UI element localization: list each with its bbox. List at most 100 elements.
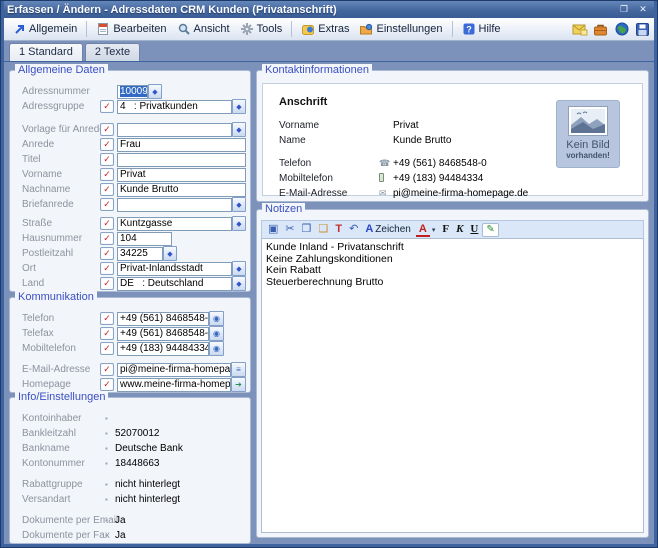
field-label: Telefax (22, 328, 100, 339)
font-icon[interactable]: T (332, 222, 345, 237)
confirm-check-button[interactable]: ✓ (100, 342, 114, 355)
edit-icon[interactable]: ✎ (482, 223, 498, 237)
briefanrede-dropdown-button[interactable]: ◆ (232, 197, 246, 212)
selected-text: 10009 (120, 86, 148, 97)
hausnummer-field[interactable]: 104 (117, 232, 172, 246)
field-label: Nachname (22, 184, 100, 195)
info-label: Kontoinhaber (22, 413, 105, 424)
homepage-field[interactable]: www.meine-firma-homepage.de (117, 378, 231, 392)
undo-icon[interactable]: ↶ (346, 222, 361, 237)
confirm-check-button[interactable]: ✓ (100, 123, 114, 136)
confirm-check-button[interactable]: ✓ (100, 327, 114, 340)
dial-telefon-button[interactable]: ◉ (209, 311, 224, 326)
combo-icon: ◆ (236, 220, 241, 228)
phone-icon: ☎ (379, 158, 393, 169)
info-value: Ja (115, 515, 126, 526)
underline-icon[interactable]: U (467, 222, 481, 237)
open-homepage-button[interactable]: ➔ (231, 377, 246, 392)
field-row-vorname: Vorname ✓ Privat (22, 167, 250, 182)
contact-value: +49 (561) 8468548-0 (393, 158, 487, 169)
land-field[interactable]: DE : Deutschland (117, 277, 232, 291)
plz-dropdown-button[interactable]: ◆ (163, 246, 177, 261)
page-standard: Allgemeine Daten Adressnummer 10009 ◆ Ad… (4, 62, 654, 544)
check-icon: ✓ (103, 263, 111, 273)
strasse-field[interactable]: Kuntzgasse (117, 217, 232, 231)
check-icon: ✓ (103, 101, 111, 111)
adressnummer-field[interactable]: 10009 (117, 85, 148, 99)
charmap-label[interactable]: Zeichen (375, 224, 415, 235)
vorlage-field[interactable] (117, 123, 232, 137)
dial-icon: ◉ (213, 314, 220, 323)
font-color-icon[interactable]: A (416, 223, 430, 237)
info-label: Rabattgruppe (22, 479, 105, 490)
adressgruppe-dropdown-button[interactable]: ◆ (232, 99, 246, 114)
plz-field[interactable]: 34225 (117, 247, 163, 261)
mail-icon: ✉ (379, 188, 393, 199)
field-label: Land (22, 278, 100, 289)
field-label: Postleitzahl (22, 248, 100, 259)
telefon-field[interactable]: +49 (561) 8468548-0 (117, 312, 209, 326)
confirm-check-button[interactable]: ✓ (100, 153, 114, 166)
vorlage-dropdown-button[interactable]: ◆ (232, 122, 246, 137)
confirm-check-button[interactable]: ✓ (100, 277, 114, 290)
field-row-adressgruppe: Adressgruppe ✓ 4 : Privatkunden ◆ (22, 99, 250, 114)
cut-icon[interactable]: ✂ (282, 222, 297, 237)
charmap-icon[interactable]: A (362, 222, 374, 237)
chevron-down-icon[interactable]: ▾ (431, 226, 439, 234)
copy-icon[interactable]: ❐ (299, 222, 315, 237)
confirm-check-button[interactable]: ✓ (100, 378, 114, 391)
telefax-field[interactable]: +49 (561) 8468548-99 (117, 327, 209, 341)
anrede-field[interactable]: Frau (117, 138, 246, 152)
confirm-check-button[interactable]: ✓ (100, 183, 114, 196)
info-row: Versandart ▪ nicht hinterlegt (22, 492, 250, 507)
confirm-check-button[interactable]: ✓ (100, 168, 114, 181)
bullet-icon: ▪ (105, 414, 115, 424)
confirm-check-button[interactable]: ✓ (100, 217, 114, 230)
field-row-hausnummer: Hausnummer ✓ 104 (22, 231, 250, 246)
land-dropdown-button[interactable]: ◆ (232, 276, 246, 291)
check-icon: ✓ (103, 184, 111, 194)
email-field[interactable]: pi@meine-firma-homepage.de (117, 363, 231, 377)
adressnummer-dropdown-button[interactable]: ◆ (148, 84, 162, 99)
nachname-field[interactable]: Kunde Brutto (117, 183, 246, 197)
strasse-dropdown-button[interactable]: ◆ (232, 216, 246, 231)
bullet-icon: ▪ (105, 429, 115, 439)
adressgruppe-field[interactable]: 4 : Privatkunden (117, 100, 232, 114)
confirm-check-button[interactable]: ✓ (100, 138, 114, 151)
italic-icon[interactable]: K (453, 222, 466, 237)
confirm-check-button[interactable]: ✓ (100, 247, 114, 260)
group-notizen: Notizen ▣ ✂ ❐ ❑ T ↶ A Zeichen A ▾ F (256, 209, 649, 538)
bullet-icon: ▪ (105, 480, 115, 490)
paste-icon[interactable]: ❑ (316, 222, 332, 237)
check-icon: ✓ (103, 343, 111, 353)
no-image-text: vorhanden! (557, 151, 619, 160)
briefanrede-field[interactable] (117, 198, 232, 212)
email-action-button[interactable]: ≡ (231, 362, 246, 377)
ort-field[interactable]: Privat-Inlandsstadt (117, 262, 232, 276)
confirm-check-button[interactable]: ✓ (100, 100, 114, 113)
confirm-check-button[interactable]: ✓ (100, 312, 114, 325)
info-value: 18448663 (115, 458, 160, 469)
dial-mobil-button[interactable]: ◉ (209, 341, 224, 356)
dial-telefax-button[interactable]: ◉ (209, 326, 224, 341)
mobiltelefon-field[interactable]: +49 (183) 94484334 (117, 342, 209, 356)
confirm-check-button[interactable]: ✓ (100, 262, 114, 275)
maximize-icon[interactable]: ▣ (265, 222, 281, 237)
titel-field[interactable] (117, 153, 246, 167)
bold-icon[interactable]: F (439, 222, 452, 237)
info-row: Dokumente per Fax ▪ Ja (22, 528, 250, 543)
confirm-check-button[interactable]: ✓ (100, 363, 114, 376)
combo-icon: ◆ (236, 126, 241, 134)
confirm-check-button[interactable]: ✓ (100, 198, 114, 211)
ort-dropdown-button[interactable]: ◆ (232, 261, 246, 276)
tab-standard[interactable]: 1 Standard (9, 43, 83, 61)
notes-textarea[interactable]: Kunde Inland - Privatanschrift Keine Zah… (261, 238, 644, 533)
info-row: Bankname ▪ Deutsche Bank (22, 441, 250, 456)
combo-icon: ◆ (236, 265, 241, 273)
contact-card: Anschrift Vorname Privat Name Kunde Brut… (262, 83, 643, 196)
info-label: Bankname (22, 443, 105, 454)
vorname-field[interactable]: Privat (117, 168, 246, 182)
check-icon: ✓ (103, 139, 111, 149)
check-icon: ✓ (103, 199, 111, 209)
confirm-check-button[interactable]: ✓ (100, 232, 114, 245)
